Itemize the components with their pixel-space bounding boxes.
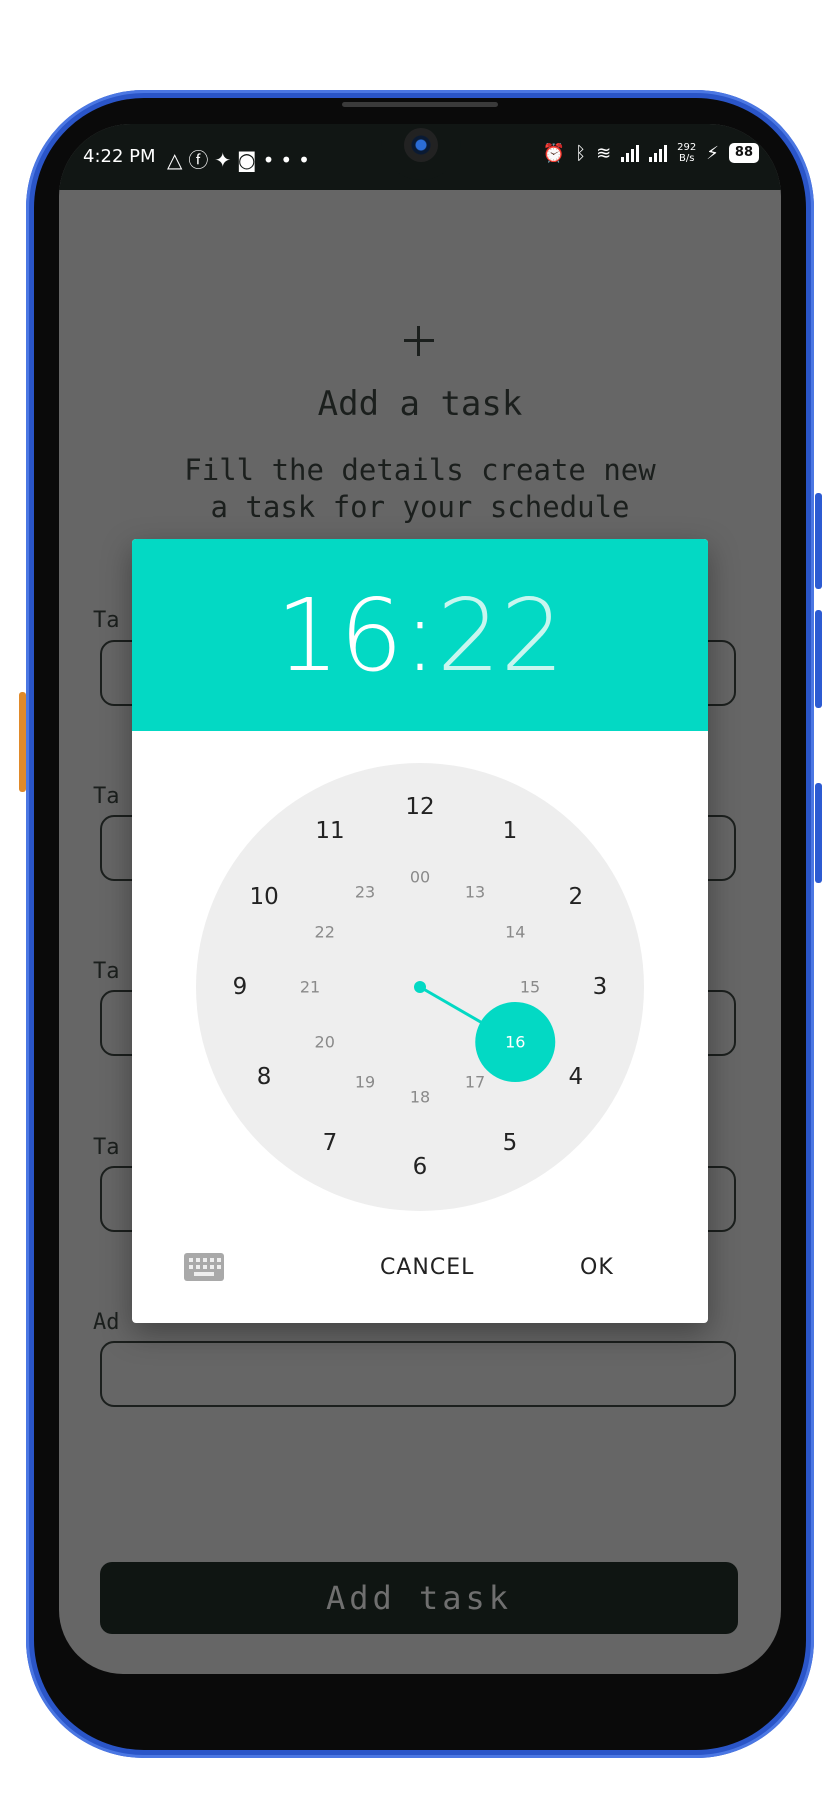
hour-option-5[interactable]: 5 [503,1130,518,1156]
field-label-1: Ta [93,608,120,633]
field-label-2: Ta [93,784,120,809]
hour-option-19[interactable]: 19 [355,1073,375,1092]
cancel-button[interactable]: CANCEL [372,1251,482,1284]
time-separator: : [403,577,437,694]
hour-option-7[interactable]: 7 [323,1130,338,1156]
plus-icon [404,326,434,356]
hour-option-11[interactable]: 11 [315,818,344,844]
volume-up-button [815,493,822,589]
speaker-grille [342,102,498,107]
minute-display[interactable]: 22 [437,577,564,694]
hour-option-16[interactable]: 16 [505,1033,525,1052]
time-display: 16:22 [132,581,708,691]
power-button [815,783,822,883]
hour-option-18[interactable]: 18 [410,1088,430,1107]
notification-icons: △ⓕ✦◙••• [167,144,316,173]
page-title: Add a task [317,384,523,424]
field-label-5: Ad [93,1310,120,1335]
dialog-actions: CANCEL OK [132,1243,708,1303]
time-picker-dialog: 16:22 12 1 2 3 4 5 6 7 8 9 10 11 00 13 14 15 16 17 18 19 20 2… [132,539,708,1323]
hour-option-00[interactable]: 00 [410,868,430,887]
field-label-4: Ta [93,1135,120,1160]
front-camera-icon [404,128,438,162]
clock-center-dot [414,981,426,993]
signal-icon [621,144,640,162]
status-time: 4:22 PM [83,146,156,167]
clock-face[interactable]: 12 1 2 3 4 5 6 7 8 9 10 11 00 13 14 15 16 17 18 19 20 21 22 23 [196,763,644,1211]
hour-option-15[interactable]: 15 [520,978,540,997]
add-task-button[interactable]: Add task [100,1562,738,1634]
ok-button[interactable]: OK [572,1251,622,1284]
task-field-5[interactable] [100,1341,736,1407]
hour-option-13[interactable]: 13 [465,882,485,901]
more-icon: ••• [262,148,316,172]
battery-level: 88 [728,143,759,163]
facebook-icon: ⓕ [188,148,215,172]
app-icon: △ [167,148,189,172]
hour-option-4[interactable]: 4 [569,1064,584,1090]
clock-hand [414,981,556,1082]
instagram-icon: ◙ [237,148,263,172]
hour-display[interactable]: 16 [276,577,403,694]
hour-option-14[interactable]: 14 [505,923,525,942]
hour-option-1[interactable]: 1 [503,818,518,844]
hour-option-12[interactable]: 12 [405,794,434,820]
hour-option-17[interactable]: 17 [465,1073,485,1092]
hour-option-6[interactable]: 6 [413,1154,428,1180]
wifi-icon: ≋ [596,142,612,164]
page-subtitle: Fill the details create new a task for y… [184,453,656,524]
hour-option-3[interactable]: 3 [593,974,608,1000]
field-label-3: Ta [93,959,120,984]
alarm-icon: ⏰ [542,142,566,164]
hour-option-8[interactable]: 8 [257,1064,272,1090]
status-bar: 4:22 PM △ⓕ✦◙••• ⏰ ᛒ ≋ 292 B/s ⚡ 88 [59,124,781,190]
charging-icon: ⚡ [706,142,719,164]
hour-option-9[interactable]: 9 [233,974,248,1000]
volume-down-button [815,610,822,708]
hour-option-23[interactable]: 23 [355,882,375,901]
bluetooth-icon: ᛒ [575,142,587,164]
hour-option-2[interactable]: 2 [569,884,584,910]
time-picker-header: 16:22 [132,539,708,731]
hour-option-10[interactable]: 10 [249,884,278,910]
side-button-left [19,692,26,792]
status-right-icons: ⏰ ᛒ ≋ 292 B/s ⚡ 88 [543,142,759,164]
keyboard-icon[interactable] [184,1253,224,1281]
network-speed: 292 B/s [677,142,697,164]
hour-option-22[interactable]: 22 [315,923,335,942]
twitter-icon: ✦ [214,148,238,172]
hour-option-20[interactable]: 20 [315,1033,335,1052]
signal-2-icon [649,144,668,162]
hour-option-21[interactable]: 21 [300,978,320,997]
